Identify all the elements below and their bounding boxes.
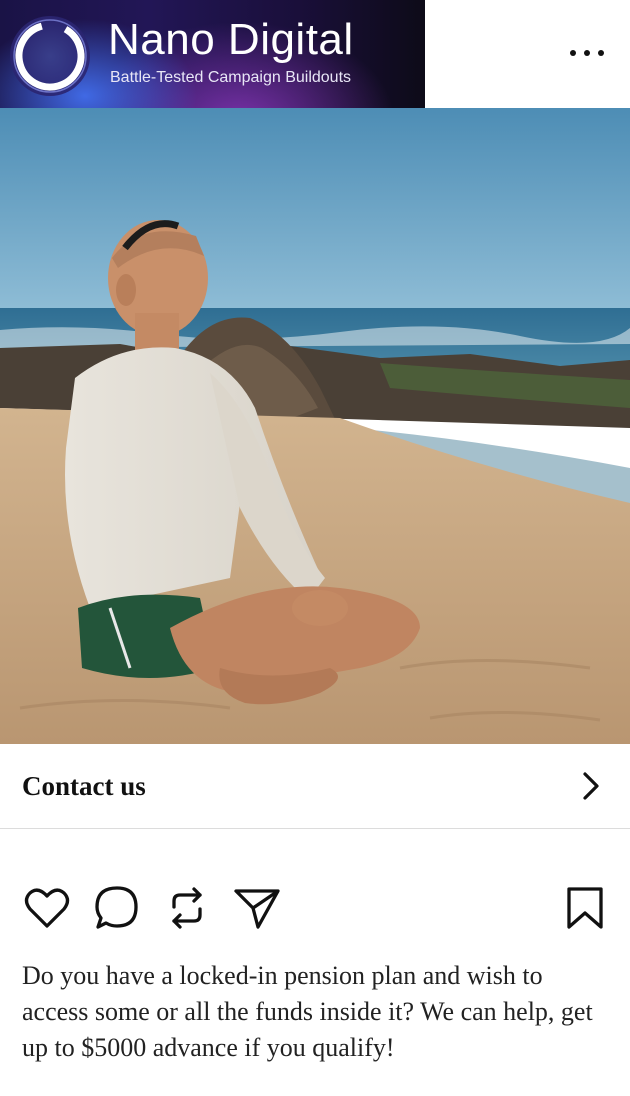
post-card: Nano Digital Battle-Tested Campaign Buil…	[0, 0, 630, 1096]
brand-tagline: Battle-Tested Campaign Buildouts	[110, 69, 352, 86]
brand-banner[interactable]: Nano Digital Battle-Tested Campaign Buil…	[0, 0, 425, 108]
cta-label: Contact us	[22, 770, 146, 801]
more-dot	[584, 50, 590, 56]
heart-icon	[24, 888, 70, 928]
save-button[interactable]	[560, 883, 610, 933]
beach-meditation-photo	[0, 108, 630, 744]
comment-button[interactable]	[92, 883, 142, 933]
bookmark-icon	[567, 887, 603, 929]
more-options-icon[interactable]	[570, 38, 604, 68]
brand-name: Nano Digital	[108, 15, 354, 64]
chevron-right-icon	[583, 772, 599, 800]
more-dot	[570, 50, 576, 56]
comment-icon	[95, 886, 138, 929]
post-header: Nano Digital Battle-Tested Campaign Buil…	[0, 0, 630, 108]
send-icon	[234, 889, 280, 929]
repost-button[interactable]	[162, 883, 212, 933]
post-image[interactable]	[0, 108, 630, 744]
contact-us-cta[interactable]: Contact us	[0, 744, 630, 829]
post-caption: Do you have a locked-in pension plan and…	[22, 961, 593, 1062]
action-bar	[0, 829, 630, 947]
repost-icon	[172, 887, 202, 929]
like-button[interactable]	[22, 883, 72, 933]
more-dot	[598, 50, 604, 56]
share-button[interactable]	[232, 883, 282, 933]
logo-icon	[10, 16, 90, 96]
